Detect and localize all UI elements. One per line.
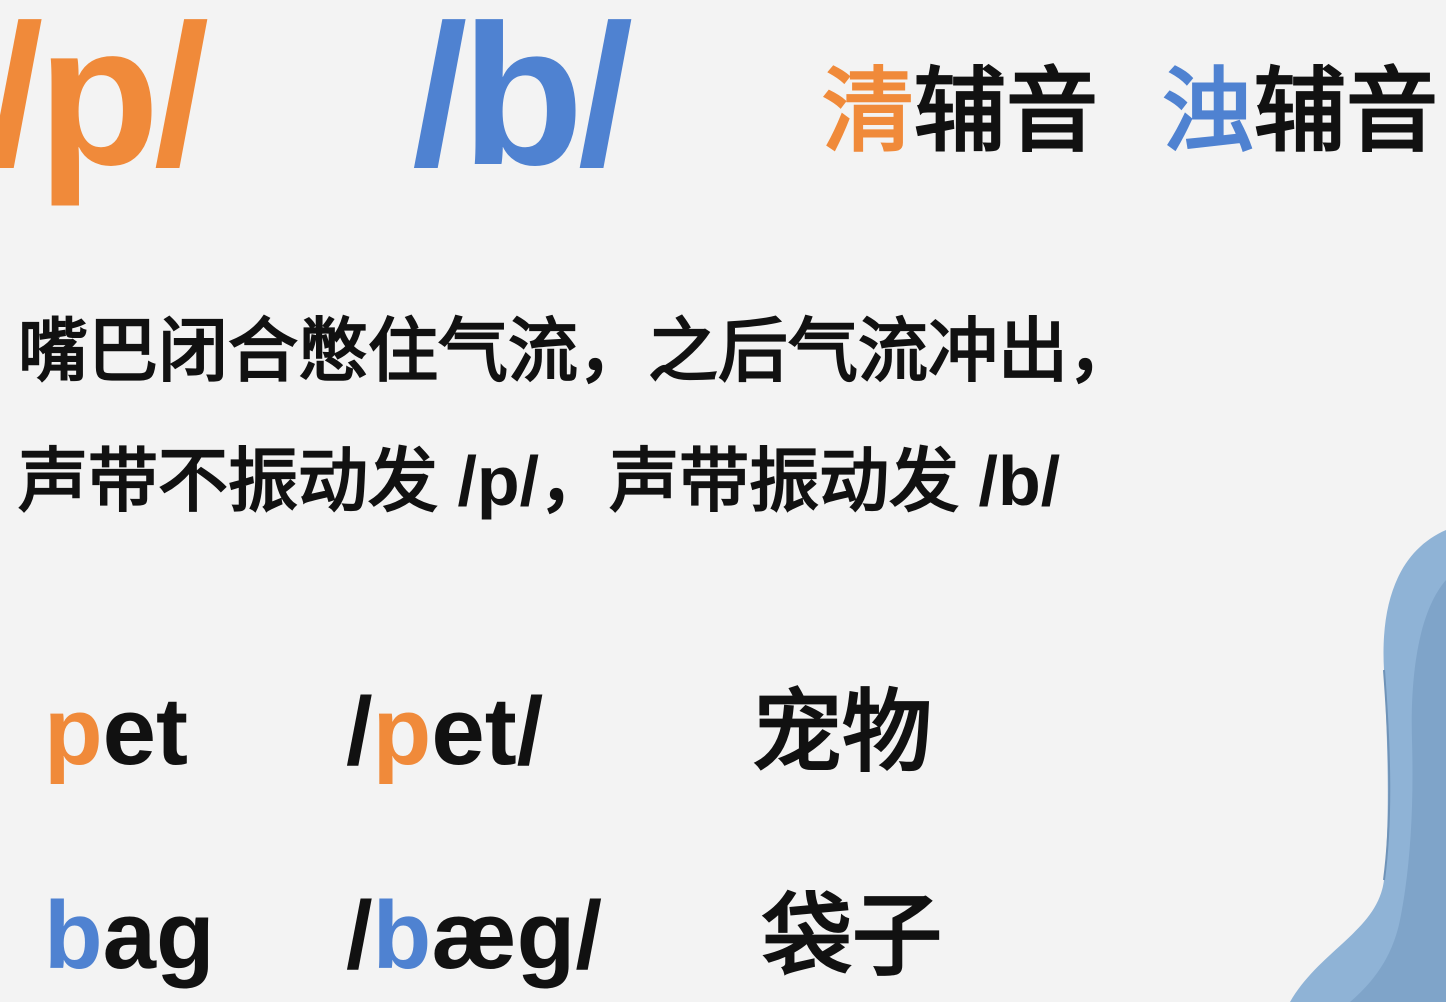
word-initial-p: p [44,678,103,785]
phoneme-p-title: /p/ [0,0,209,207]
ipa-open-slash: / [346,882,373,989]
voiceless-highlight: 清 [822,61,915,163]
voiceless-consonant-label: 清辅音 [822,66,1098,158]
ipa-rest: æg/ [431,882,602,989]
example-word-bag: bag [44,888,215,984]
explanation-line-1: 嘴巴闭合憋住气流，之后气流冲出， [18,312,1138,390]
voiced-highlight: 浊 [1162,61,1255,163]
explanation-line-2: 声带不振动发 /p/，声带振动发 /b/ [18,442,1061,520]
voiceless-rest: 辅音 [914,61,1099,163]
example-ipa-bag: /bæg/ [346,888,602,984]
ipa-rest: et/ [431,678,544,785]
word-rest: ag [102,882,215,989]
ipa-open-slash: / [346,678,373,785]
example-meaning-pet: 宠物 [752,683,932,783]
presenter-person-icon [1290,530,1446,1002]
word-rest: et [102,678,188,785]
ipa-initial-p: p [372,678,432,785]
example-ipa-pet: /pet/ [346,684,543,780]
example-meaning-bag: 袋子 [762,887,942,987]
ipa-initial-b: b [372,882,432,989]
example-word-pet: pet [44,684,188,780]
word-initial-b: b [44,882,103,989]
voiced-consonant-label: 浊辅音 [1162,66,1438,158]
phoneme-b-title: /b/ [412,0,633,207]
voiced-rest: 辅音 [1254,61,1439,163]
